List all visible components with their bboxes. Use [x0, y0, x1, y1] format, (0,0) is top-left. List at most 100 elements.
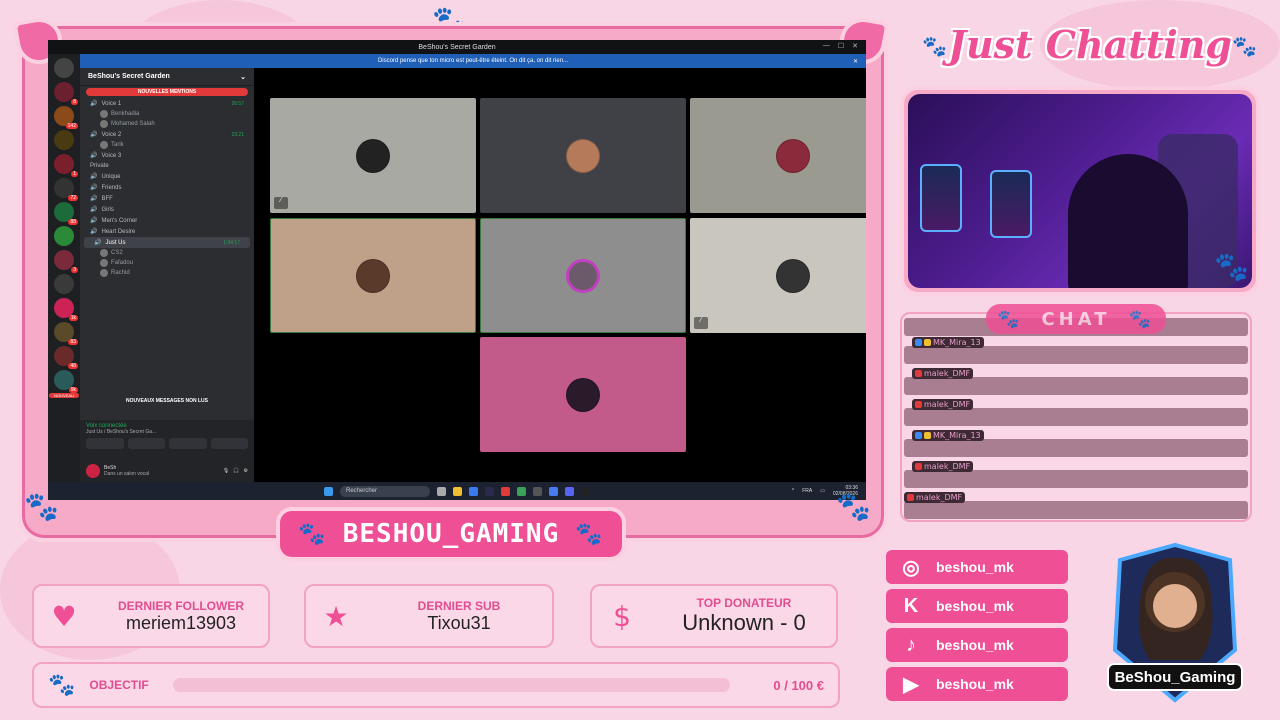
server-icon[interactable] — [54, 58, 74, 78]
participant-tile[interactable]: ⁄ — [690, 218, 866, 333]
avatar — [100, 259, 108, 267]
steam-icon[interactable] — [485, 486, 494, 496]
discord-icon[interactable] — [565, 486, 574, 496]
chat-username: malek_DMF — [912, 368, 974, 379]
server-icon[interactable] — [54, 274, 74, 294]
channel-voice[interactable]: 🔊 Girls — [80, 204, 254, 215]
donation-goal: 🐾 OBJECTIF 0 / 100 € — [32, 662, 840, 708]
chrome-icon[interactable] — [501, 486, 510, 496]
taskbar-search[interactable]: Rechercher — [340, 485, 430, 497]
voice-user[interactable]: Rachid — [80, 268, 254, 278]
server-icon[interactable]: 1 — [54, 154, 78, 177]
channel-voice[interactable]: 🔊 Unique — [80, 171, 254, 182]
avatar — [566, 377, 600, 412]
chevron-down-icon: ⌄ — [240, 73, 246, 81]
avatar[interactable] — [86, 464, 100, 478]
new-messages-pill[interactable]: NOUVEAUX MESSAGES NON LUS — [84, 398, 250, 404]
social-tiktok[interactable]: ♪ beshou_mk — [886, 628, 1068, 662]
app-icon[interactable] — [469, 486, 478, 496]
channel-voice[interactable]: 🔊 BFF — [80, 193, 254, 204]
paw-icon: 🐾 — [1128, 308, 1155, 330]
language-indicator[interactable]: FRA — [802, 488, 812, 494]
server-icon[interactable]: 142 — [54, 106, 78, 129]
speaker-icon: 🔊 — [90, 132, 98, 138]
card-label: TOP DONATEUR — [696, 596, 792, 610]
new-mentions-pill[interactable]: NOUVELLES MENTIONS — [86, 88, 248, 96]
channel-category[interactable]: Private — [80, 161, 254, 171]
guild-header[interactable]: BeShou's Secret Garden ⌄ — [80, 68, 254, 86]
participant-tile[interactable] — [690, 98, 866, 213]
last-sub-card: ★ DERNIER SUB Tixou31 — [304, 584, 554, 648]
voice-user[interactable]: Fafadou — [80, 258, 254, 268]
close-icon[interactable]: ✕ — [852, 42, 858, 50]
soundboard-button[interactable] — [210, 438, 248, 449]
app-icon[interactable] — [549, 486, 558, 496]
windows-start-icon[interactable] — [324, 486, 333, 496]
avatar — [776, 258, 810, 293]
streamer — [1068, 154, 1188, 288]
app-icon[interactable] — [581, 486, 590, 496]
network-icon[interactable]: ▭ — [820, 488, 825, 494]
minimize-icon[interactable]: — — [823, 42, 830, 50]
voice-user[interactable]: Mohamed Salah — [80, 119, 254, 129]
channel-voice[interactable]: 🔊 Voice 3 — [80, 150, 254, 161]
chevron-up-icon[interactable]: ^ — [792, 488, 794, 494]
social-kick[interactable]: K beshou_mk — [886, 589, 1068, 623]
activities-button[interactable] — [169, 438, 207, 449]
speaker-icon: 🔊 — [90, 101, 98, 107]
participant-tile[interactable] — [270, 218, 476, 333]
server-icon[interactable]: 48 — [54, 346, 78, 369]
avatar — [356, 258, 390, 293]
participant-tile[interactable] — [480, 337, 686, 452]
window-title: BeShou's Secret Garden — [418, 43, 496, 51]
server-icon[interactable]: 8 — [54, 82, 78, 105]
chat-username: malek_DMF — [912, 461, 974, 472]
channel-voice[interactable]: 🔊 Voice 2 23:21 — [80, 129, 254, 140]
camera-button[interactable] — [86, 438, 124, 449]
chat-message — [904, 377, 1248, 395]
channel-voice-active[interactable]: 🔊 Just Us 1:34:17 — [84, 237, 250, 248]
task-view-icon[interactable] — [437, 486, 446, 496]
server-icon[interactable]: 72 — [54, 178, 78, 201]
goal-label: OBJECTIF — [89, 678, 149, 692]
mic-icon[interactable]: 🎙 — [223, 468, 229, 474]
server-icon[interactable] — [54, 130, 74, 150]
server-icon[interactable]: 83 — [54, 322, 78, 345]
last-follower-card: ♥ DERNIER FOLLOWER meriem13903 — [32, 584, 270, 648]
channel-voice[interactable]: 🔊 Voice 1 26:57 — [80, 98, 254, 109]
channel-voice[interactable]: 🔊 Friends — [80, 182, 254, 193]
social-instagram[interactable]: ◎ beshou_mk — [886, 550, 1068, 584]
maximize-icon[interactable]: ☐ — [838, 42, 844, 50]
server-icon[interactable] — [54, 226, 74, 246]
chat-username: MK_Mira_13 — [912, 337, 984, 348]
file-explorer-icon[interactable] — [453, 486, 462, 496]
voice-user[interactable]: CS2 — [80, 248, 254, 258]
participant-tile[interactable]: ⁄ — [270, 98, 476, 213]
speaker-icon: 🔊 — [90, 174, 98, 180]
channel-name-banner: 🐾 BESHOU_GAMING 🐾 — [276, 507, 626, 561]
voice-user[interactable]: Benkhadia — [80, 109, 254, 119]
voice-user[interactable]: Tarik — [80, 140, 254, 150]
server-icon[interactable]: 88 — [54, 202, 78, 225]
close-banner-icon[interactable]: ✕ — [853, 58, 858, 65]
speaker-icon: 🔊 — [90, 153, 98, 159]
discord-window: BeShou's Secret Garden — ☐ ✕ Discord pen… — [48, 40, 866, 500]
participant-tile[interactable] — [480, 98, 686, 213]
server-icon[interactable]: 1k — [54, 298, 78, 321]
card-value: meriem13903 — [125, 612, 237, 633]
speaker-icon: 🔊 — [94, 240, 102, 246]
chrome-icon[interactable] — [517, 486, 526, 496]
obs-icon[interactable] — [533, 486, 542, 496]
participant-tile[interactable] — [480, 218, 686, 333]
headset-icon[interactable]: 🎧 — [233, 468, 239, 474]
server-icon[interactable]: 9k — [54, 370, 78, 393]
channel-voice[interactable]: 🔊 Men's Corner — [80, 215, 254, 226]
channel-voice[interactable]: 🔊 Heart Desire — [80, 226, 254, 237]
server-icon[interactable]: 3 — [54, 250, 78, 273]
logo-text: BeShou_Gaming — [1115, 669, 1236, 686]
dollar-icon: $ — [613, 599, 631, 633]
gear-icon[interactable]: ⚙ — [244, 468, 248, 474]
user-panel: BeSh Dans un salon vocal 🎙 🎧 ⚙ — [80, 460, 254, 482]
social-youtube[interactable]: ▶ beshou_mk — [886, 667, 1068, 701]
screenshare-button[interactable] — [127, 438, 165, 449]
